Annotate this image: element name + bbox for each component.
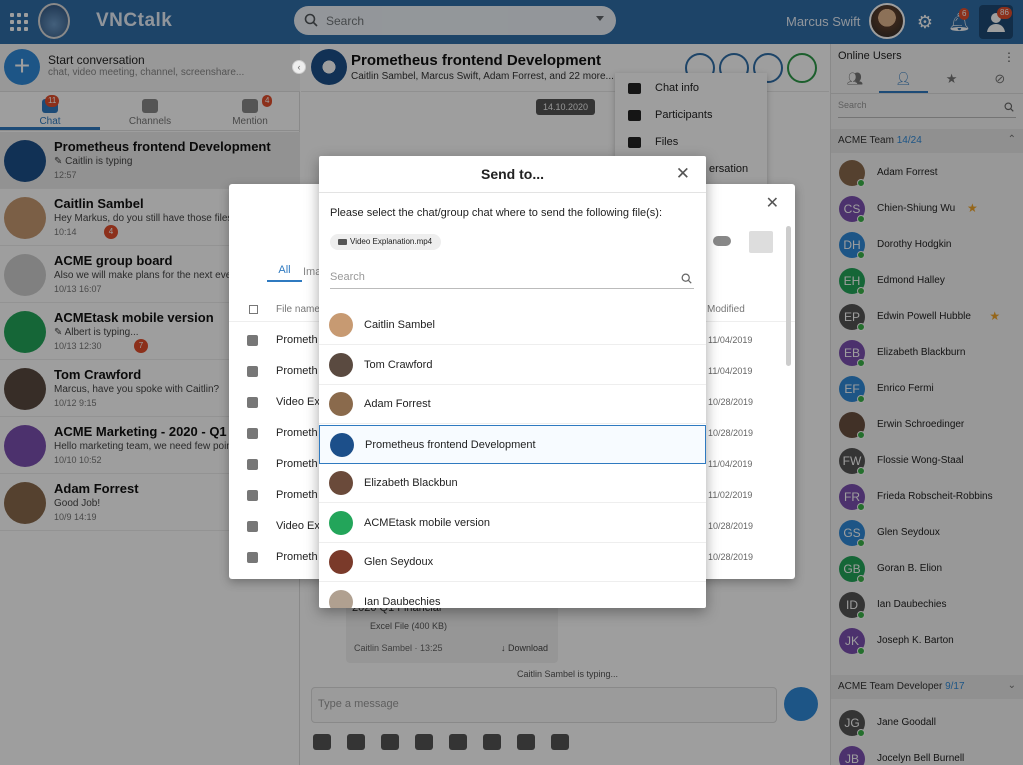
tab-all[interactable]: All bbox=[267, 264, 302, 282]
file-type-icon bbox=[247, 521, 258, 532]
file-type-icon bbox=[247, 490, 258, 501]
recipient-name: Caitlin Sambel bbox=[364, 319, 435, 331]
recipient-search-input[interactable] bbox=[330, 271, 660, 283]
file-date: 11/02/2019 bbox=[708, 490, 753, 500]
recipient-item[interactable]: Tom Crawford bbox=[319, 346, 706, 385]
file-type-icon bbox=[247, 335, 258, 346]
recipient-avatar bbox=[329, 589, 353, 608]
file-name: Prometh bbox=[276, 365, 318, 377]
file-name: Prometh bbox=[276, 427, 318, 439]
recipient-avatar bbox=[329, 352, 353, 377]
recipient-name: Prometheus frontend Development bbox=[365, 438, 536, 451]
collapse-panel-button[interactable]: ‹ bbox=[292, 60, 306, 74]
search-icon bbox=[681, 273, 692, 284]
file-type-icon bbox=[247, 428, 258, 439]
scrollbar[interactable] bbox=[786, 226, 791, 366]
recipient-item[interactable]: ACMEtask mobile version bbox=[319, 504, 706, 543]
file-date: 11/04/2019 bbox=[708, 335, 753, 345]
recipient-item[interactable]: Prometheus frontend Development bbox=[319, 424, 706, 464]
file-date: 10/28/2019 bbox=[708, 397, 754, 407]
recipient-avatar bbox=[330, 432, 354, 457]
dialog-instruction: Please select the chat/group chat where … bbox=[330, 207, 663, 219]
file-type-icon bbox=[247, 366, 258, 377]
file-date: 11/04/2019 bbox=[708, 366, 753, 376]
file-date: 11/04/2019 bbox=[708, 459, 753, 469]
recipient-item[interactable]: Glen Seydoux bbox=[319, 543, 706, 582]
recipient-item[interactable]: Caitlin Sambel bbox=[319, 306, 706, 345]
file-chip-label: Video Explanation.mp4 bbox=[350, 237, 433, 246]
list-view-button[interactable] bbox=[749, 231, 773, 253]
file-chip: Video Explanation.mp4 bbox=[330, 234, 442, 250]
recipient-avatar bbox=[329, 313, 353, 337]
close-icon[interactable]: ✕ bbox=[766, 193, 779, 213]
select-all-checkbox[interactable] bbox=[249, 305, 258, 314]
file-date: 10/28/2019 bbox=[708, 521, 754, 531]
file-date: 10/28/2019 bbox=[708, 552, 754, 562]
col-modified[interactable]: Modified bbox=[707, 304, 745, 315]
recipient-item[interactable]: Adam Forrest bbox=[319, 385, 706, 424]
cloud-icon[interactable] bbox=[713, 236, 731, 246]
recipient-name: Elizabeth Blackbun bbox=[364, 477, 458, 489]
file-type-icon bbox=[247, 552, 258, 563]
recipient-name: ACMEtask mobile version bbox=[364, 516, 490, 529]
file-name: Prometh bbox=[276, 551, 318, 563]
recipient-search bbox=[330, 269, 694, 289]
file-type-icon bbox=[247, 459, 258, 470]
recipient-name: Adam Forrest bbox=[364, 398, 431, 410]
recipient-item[interactable]: Elizabeth Blackbun bbox=[319, 464, 706, 503]
recipient-avatar bbox=[329, 550, 353, 574]
recipient-name: Tom Crawford bbox=[364, 358, 433, 371]
file-name: Prometh bbox=[276, 334, 318, 346]
recipient-name: Glen Seydoux bbox=[364, 556, 434, 568]
recipient-avatar bbox=[329, 392, 353, 416]
file-type-icon bbox=[247, 397, 258, 408]
file-date: 10/28/2019 bbox=[708, 428, 754, 438]
dialog-title: Send to... bbox=[481, 166, 544, 182]
recipient-name: Ian Daubechies bbox=[364, 595, 441, 608]
video-icon bbox=[338, 239, 347, 245]
divider bbox=[319, 192, 706, 193]
file-name: Video Ex bbox=[276, 396, 320, 408]
col-file-name[interactable]: File name bbox=[276, 304, 320, 315]
send-to-dialog: Send to... ✕ Please select the chat/grou… bbox=[319, 156, 706, 608]
file-name: Video Ex bbox=[276, 520, 320, 532]
recipient-avatar bbox=[329, 510, 353, 535]
recipient-avatar bbox=[329, 471, 353, 495]
close-icon[interactable]: ✕ bbox=[676, 164, 690, 184]
file-name: Prometh bbox=[276, 489, 318, 501]
file-name: Prometh bbox=[276, 458, 318, 470]
recipient-item[interactable]: Ian Daubechies bbox=[319, 583, 706, 608]
